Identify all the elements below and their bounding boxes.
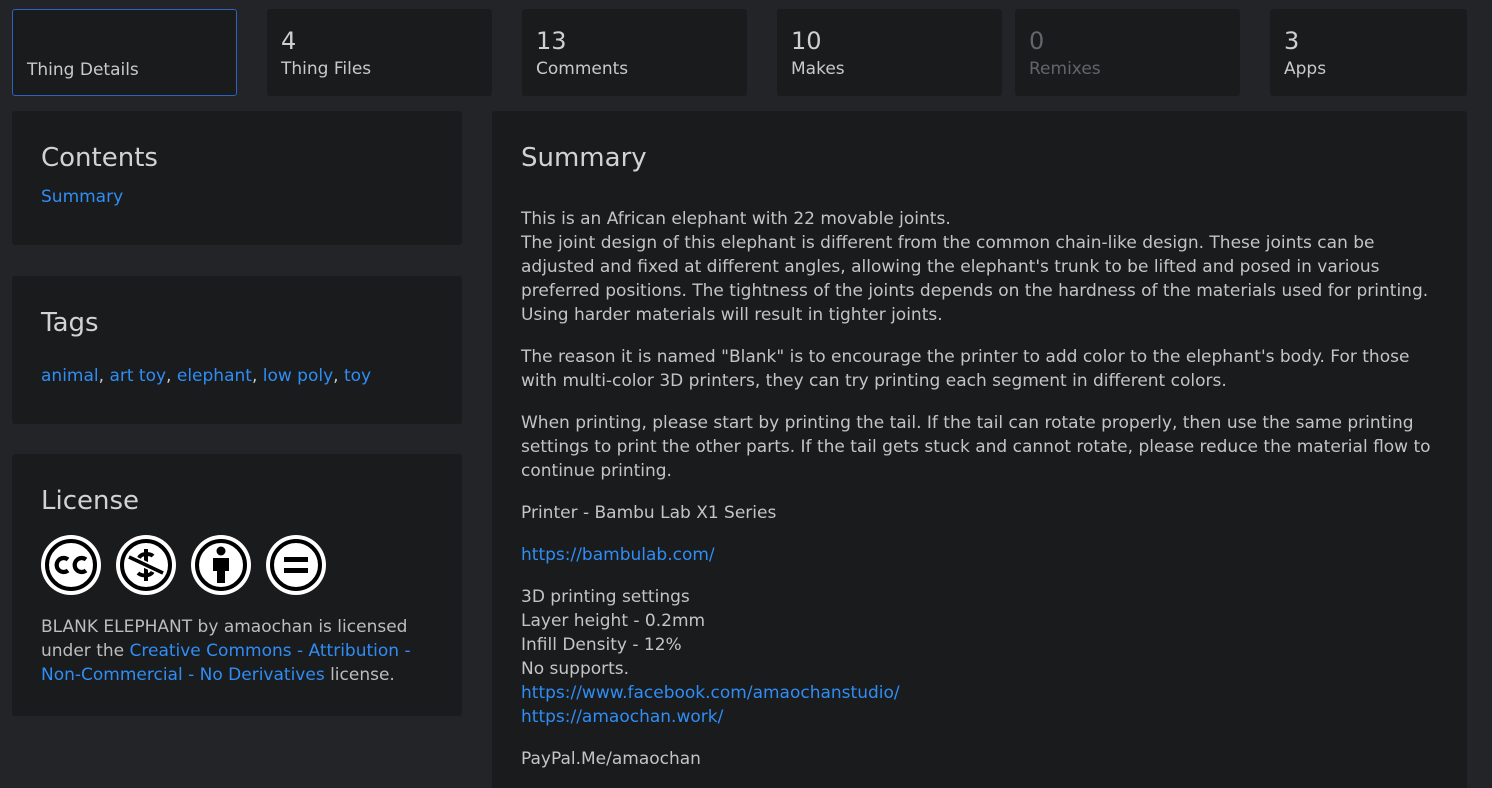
summary-intro: This is an African elephant with 22 mova… [521, 209, 951, 229]
tags-card: Tags animal, art toy, elephant, low poly… [12, 276, 462, 424]
tab-makes[interactable]: 10 Makes [777, 9, 1002, 96]
summary-paragraph: This is an African elephant with 22 mova… [521, 207, 1438, 327]
contents-title: Contents [41, 143, 158, 173]
license-suffix: license. [330, 665, 395, 685]
cc-icon[interactable] [41, 535, 101, 595]
paypal-text: PayPal.Me/amaochan [521, 749, 701, 769]
tab-count: 10 [791, 27, 822, 55]
tab-label: Thing Details [27, 60, 139, 80]
summary-settings: 3D printing settings Layer height - 0.2m… [521, 585, 1438, 729]
license-title: License [41, 486, 140, 516]
summary-body: This is an African elephant with 22 mova… [521, 207, 1438, 771]
tab-remixes: 0 Remixes [1015, 9, 1240, 96]
tag-separator: , [166, 366, 177, 386]
tab-label: Makes [791, 59, 845, 79]
layer-height: Layer height - 0.2mm [521, 611, 706, 631]
license-card: License BLANK ELEPHANT by amaochan is li… [12, 454, 462, 716]
summary-joint-design: The joint design of this elephant is dif… [521, 233, 1429, 325]
tab-thing-details[interactable]: Thing Details [12, 9, 237, 96]
tab-count: 3 [1284, 27, 1300, 55]
contents-card: Contents Summary [12, 111, 462, 245]
tab-label: Comments [536, 59, 629, 79]
attribution-icon[interactable] [191, 535, 251, 595]
no-derivatives-icon[interactable] [266, 535, 326, 595]
author-link[interactable]: amaochan [224, 617, 313, 637]
tag-toy[interactable]: toy [344, 366, 371, 386]
tab-apps[interactable]: 3 Apps [1270, 9, 1467, 96]
bambulab-link[interactable]: https://bambulab.com/ [521, 545, 715, 565]
license-licensed: is licensed [318, 617, 408, 637]
tag-separator: , [98, 366, 110, 386]
website-link[interactable]: https://amaochan.work/ [521, 707, 723, 727]
license-icons [41, 535, 433, 595]
thing-name-link[interactable]: BLANK ELEPHANT [41, 617, 192, 637]
infill-density: Infill Density - 12% [521, 635, 682, 655]
tab-count: 13 [536, 27, 567, 55]
tab-label: Remixes [1029, 59, 1101, 79]
tag-separator: , [251, 366, 263, 386]
tag-elephant[interactable]: elephant [177, 366, 252, 386]
summary-paragraph: https://bambulab.com/ [521, 543, 1438, 567]
tab-thing-files[interactable]: 4 Thing Files [267, 9, 492, 96]
tab-count: 0 [1029, 27, 1045, 55]
tag-low-poly[interactable]: low poly [263, 366, 333, 386]
summary-section: Summary This is an African elephant with… [492, 111, 1467, 788]
summary-paragraph: The reason it is named "Blank" is to enc… [521, 347, 1410, 391]
tags-title: Tags [41, 308, 99, 338]
tag-list: animal, art toy, elephant, low poly, toy [41, 364, 433, 388]
license-statement: BLANK ELEPHANT by amaochan is licensed u… [41, 615, 433, 687]
tag-separator: , [333, 366, 344, 386]
tab-count: 4 [281, 27, 297, 55]
tag-animal[interactable]: animal [41, 366, 99, 386]
summary-printer: Printer - Bambu Lab X1 Series [521, 503, 777, 523]
contents-link-summary[interactable]: Summary [41, 187, 123, 207]
facebook-link[interactable]: https://www.facebook.com/amaochanstudio/ [521, 683, 900, 703]
tab-label: Apps [1284, 59, 1327, 79]
license-by: by [197, 617, 219, 637]
settings-title: 3D printing settings [521, 587, 690, 607]
tab-label: Thing Files [281, 59, 372, 79]
license-under: under the [41, 641, 125, 661]
contents-list: Summary [41, 185, 433, 209]
tag-art-toy[interactable]: art toy [109, 366, 166, 386]
non-commercial-icon[interactable] [116, 535, 176, 595]
supports: No supports. [521, 659, 630, 679]
thing-tabs: Thing Details 4 Thing Files 13 Comments … [12, 9, 1467, 96]
summary-paragraph: When printing, please start by printing … [521, 413, 1431, 481]
summary-title: Summary [521, 143, 647, 173]
tab-comments[interactable]: 13 Comments [522, 9, 747, 96]
